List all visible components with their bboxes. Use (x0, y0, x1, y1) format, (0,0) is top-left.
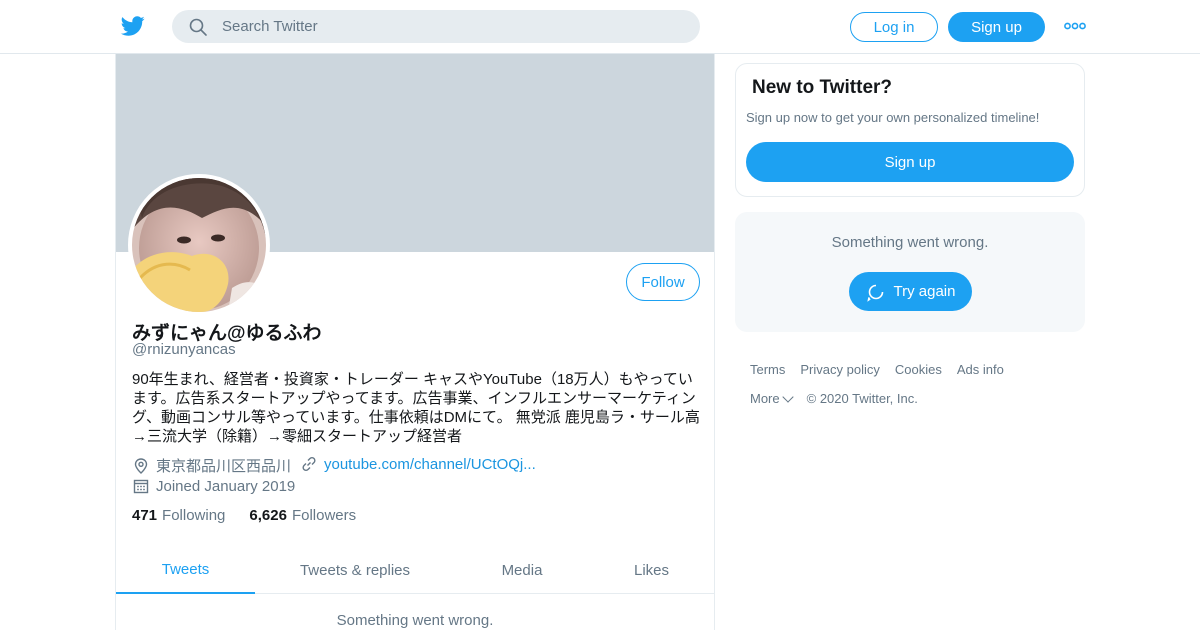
twitter-bird-logo-icon[interactable] (120, 14, 146, 38)
new-to-twitter-title: New to Twitter? (752, 77, 893, 98)
login-button[interactable]: Log in (850, 12, 938, 42)
calendar-icon (133, 479, 149, 494)
signup-button[interactable]: Sign up (948, 12, 1045, 42)
profile-handle: @rnizunyancas (132, 341, 236, 358)
footer-more-label: More (750, 391, 780, 406)
following-stat[interactable]: 471 Following (132, 507, 225, 524)
avatar-photo (132, 178, 266, 312)
tab-tweets[interactable]: Tweets (116, 546, 255, 594)
followers-label: Followers (291, 507, 357, 524)
new-to-twitter-card: New to Twitter? Sign up now to get your … (735, 63, 1085, 197)
refresh-icon (866, 284, 883, 302)
location-pin-icon (134, 457, 148, 474)
profile-joined: Joined January 2019 (132, 477, 295, 495)
follow-button[interactable]: Follow (626, 263, 700, 301)
search-input[interactable] (222, 10, 682, 43)
footer-links: Terms Privacy policy Cookies Ads info Mo… (750, 362, 1090, 420)
footer-copyright: © 2020 Twitter, Inc. (806, 391, 918, 406)
error-card-text: Something went wrong. (831, 234, 989, 251)
profile-column: Follow みずにゃん@ゆるふわ @rnizunyancas 90年生まれ、経… (115, 54, 715, 630)
link-icon (302, 456, 316, 472)
error-card: Something went wrong. Try again (735, 212, 1085, 332)
link-text[interactable]: youtube.com/channel/UCtOQj... (324, 456, 536, 473)
new-to-twitter-subtitle: Sign up now to get your own personalized… (746, 110, 1040, 125)
search-icon (189, 18, 207, 36)
footer-link-privacy[interactable]: Privacy policy (800, 362, 879, 377)
try-again-button[interactable]: Try again (849, 272, 972, 311)
profile-tabs: Tweets Tweets & replies Media Likes (116, 546, 714, 594)
footer-link-ads-info[interactable]: Ads info (957, 362, 1004, 377)
footer-link-cookies[interactable]: Cookies (895, 362, 942, 377)
followers-stat[interactable]: 6,626 Followers (249, 507, 356, 524)
sidebar-signup-button[interactable]: Sign up (746, 142, 1074, 182)
profile-location: 東京都品川区西品川 (132, 455, 291, 476)
tab-tweets-replies[interactable]: Tweets & replies (255, 546, 455, 594)
try-again-label: Try again (893, 283, 956, 300)
timeline-error-text: Something went wrong. (336, 612, 494, 629)
tab-media[interactable]: Media (455, 546, 589, 594)
location-text: 東京都品川区西品川 (156, 458, 292, 475)
following-label: Following (162, 507, 226, 524)
tab-likes[interactable]: Likes (589, 546, 714, 594)
following-count: 471 (132, 507, 158, 524)
profile-stats: 471 Following 6,626 Followers (132, 507, 380, 524)
top-navigation-bar: Log in Sign up (0, 0, 1200, 54)
followers-count: 6,626 (249, 507, 287, 524)
more-options-icon[interactable] (1064, 19, 1086, 33)
footer-link-terms[interactable]: Terms (750, 362, 785, 377)
search-bar[interactable] (172, 10, 700, 43)
joined-text: Joined January 2019 (156, 477, 296, 495)
profile-bio: 90年生まれ、経営者・投資家・トレーダー キャスやYouTube（18万人）もや… (132, 371, 700, 445)
footer-more-menu[interactable]: More (750, 391, 794, 406)
profile-link[interactable]: youtube.com/channel/UCtOQj... (300, 455, 536, 473)
avatar[interactable] (128, 174, 270, 316)
chevron-down-icon (781, 391, 794, 403)
